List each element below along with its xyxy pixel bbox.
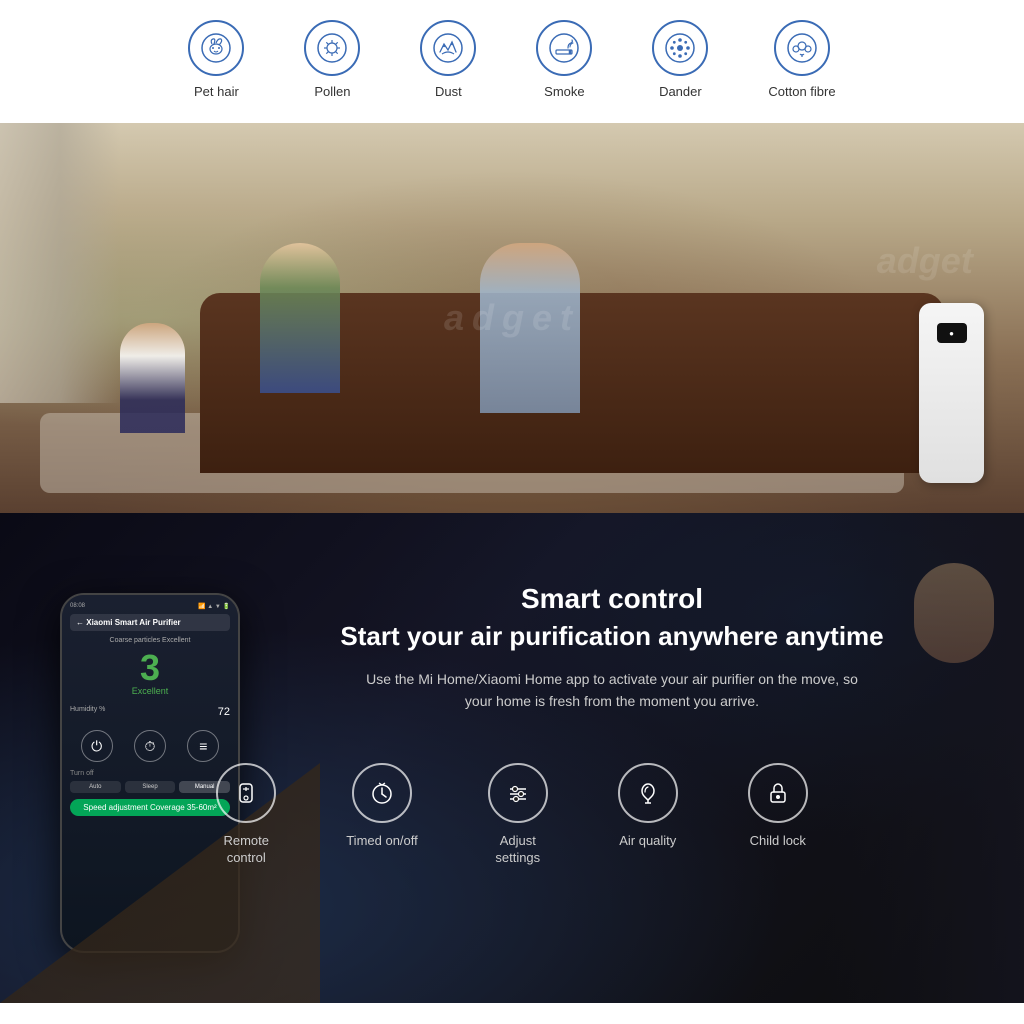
- feature-dust: Dust: [420, 20, 476, 99]
- smart-control-section: 08:08 📶 ▲ ▼ 🔋 ← Xiaomi Smart Air Purifie…: [0, 513, 1024, 1003]
- feature-pet-hair: Pet hair: [188, 20, 244, 99]
- phone-speed-label: Speed adjustment Coverage 35-60m²: [70, 799, 230, 816]
- phone-sleep-mode[interactable]: Sleep: [125, 781, 176, 793]
- phone-mode-row: Auto Sleep Manual: [70, 781, 230, 793]
- adjust-settings-label: Adjustsettings: [495, 833, 540, 867]
- smoke-label: Smoke: [544, 84, 584, 99]
- remote-control-label: Remotecontrol: [223, 833, 269, 867]
- phone-nav-bar: ← Xiaomi Smart Air Purifier: [70, 614, 230, 631]
- pet-hair-label: Pet hair: [194, 84, 239, 99]
- phone-aqi-value: 3: [70, 650, 230, 686]
- feat-timed-onoff: Timed on/off: [346, 763, 418, 867]
- feat-child-lock: Child lock: [748, 763, 808, 867]
- phone-aqi-status: Excellent: [70, 686, 230, 696]
- feat-adjust-settings: Adjustsettings: [488, 763, 548, 867]
- air-quality-label: Air quality: [619, 833, 676, 850]
- smart-control-description: Use the Mi Home/Xiaomi Home app to activ…: [362, 668, 862, 713]
- feat-remote-control: Remotecontrol: [216, 763, 276, 867]
- phone-auto-mode[interactable]: Auto: [70, 781, 121, 793]
- air-purifier-device: ●: [919, 303, 984, 483]
- dander-label: Dander: [659, 84, 702, 99]
- timed-onoff-label: Timed on/off: [346, 833, 418, 850]
- smart-control-subtitle: Start your air purification anywhere any…: [340, 621, 883, 652]
- features-top-section: Pet hair Pollen: [0, 0, 1024, 123]
- cotton-fibre-label: Cotton fibre: [768, 84, 835, 99]
- child-lock-label: Child lock: [750, 833, 806, 850]
- feature-dander: Dander: [652, 20, 708, 99]
- smoke-icon: [536, 20, 592, 76]
- remote-control-icon: [216, 763, 276, 823]
- smart-control-text: Smart control Start your air purificatio…: [340, 563, 883, 753]
- adjust-settings-icon: [488, 763, 548, 823]
- family-lifestyle-image: ● adget adget: [0, 123, 1024, 513]
- phone-power-btn[interactable]: ⏻: [81, 730, 113, 762]
- watermark-text: adget: [444, 297, 580, 339]
- pet-hair-icon: [188, 20, 244, 76]
- phone-humidity-label: Humidity %: [70, 706, 105, 718]
- cotton-fibre-icon: [774, 20, 830, 76]
- phone-mode-btn[interactable]: ≡: [187, 730, 219, 762]
- air-quality-icon: [618, 763, 678, 823]
- pollen-label: Pollen: [314, 84, 350, 99]
- feature-smoke: Smoke: [536, 20, 592, 99]
- watermark-text-2: adget: [877, 240, 973, 282]
- dust-icon: [420, 20, 476, 76]
- phone-humidity-value: 72: [218, 706, 230, 718]
- dander-icon: [652, 20, 708, 76]
- phone-app-title: Xiaomi Smart Air Purifier: [86, 618, 180, 627]
- timed-onoff-icon: [352, 763, 412, 823]
- feat-air-quality: Air quality: [618, 763, 678, 867]
- feature-cotton-fibre: Cotton fibre: [768, 20, 835, 99]
- pollen-icon: [304, 20, 360, 76]
- smart-control-title: Smart control: [340, 583, 883, 615]
- phone-timer-btn[interactable]: ⏱: [134, 730, 166, 762]
- phone-aqi-label: Coarse particles Excellent: [70, 637, 230, 644]
- dust-label: Dust: [435, 84, 462, 99]
- feature-pollen: Pollen: [304, 20, 360, 99]
- smart-features-row: Remotecontrol Timed on/off: [216, 763, 808, 867]
- phone-control-buttons: ⏻ ⏱ ≡: [70, 730, 230, 762]
- child-lock-icon: [748, 763, 808, 823]
